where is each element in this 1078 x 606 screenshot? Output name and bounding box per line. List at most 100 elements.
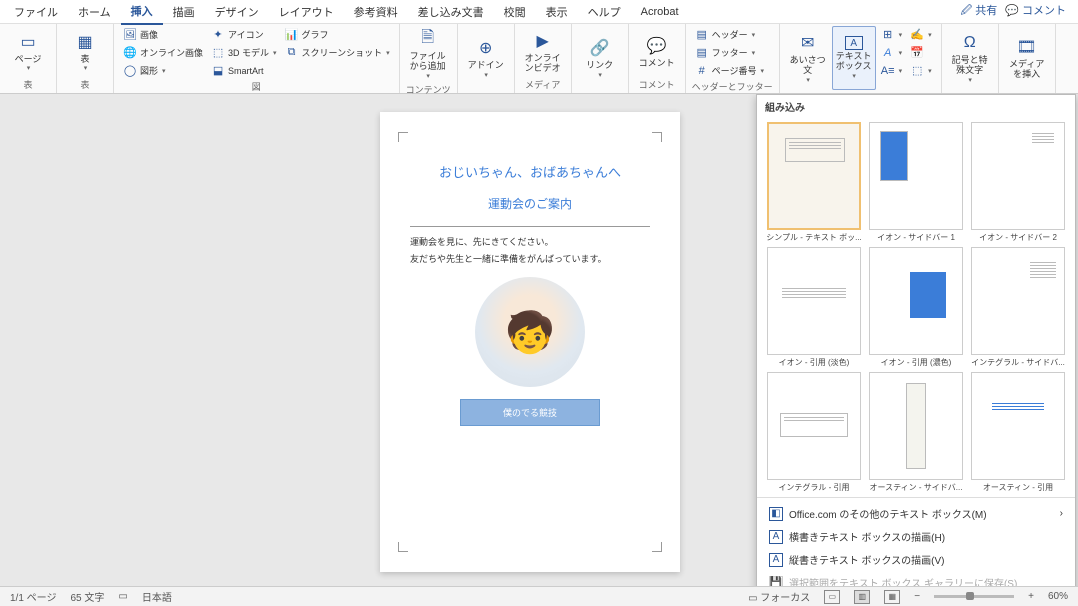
symbols-button[interactable]: Ω記号と特殊文字▾ [948,26,992,90]
tab-acrobat[interactable]: Acrobat [631,2,689,22]
gallery-item-ion-quote-dark[interactable]: イオン - 引用 (濃色) [867,247,965,368]
gallery-footer: ◧Office.com のその他のテキスト ボックス(M)› A横書きテキスト … [757,497,1075,586]
online-video-button[interactable]: ▶オンラインビデオ [521,26,565,77]
tab-references[interactable]: 参考資料 [344,0,408,24]
quick-parts-button[interactable]: ⊞▾ [878,26,906,43]
file-reuse-button[interactable]: 🗎ファイルから追加▾ [406,26,450,82]
read-mode-icon[interactable]: ▭ [824,590,840,604]
more-office-textboxes[interactable]: ◧Office.com のその他のテキスト ボックス(M)› [757,502,1075,525]
gallery-item-austin-sidebar[interactable]: オースティン - サイドバ... [867,372,965,493]
chart-button[interactable]: 📊グラフ [282,26,393,43]
gallery-item-ion-quote-light[interactable]: イオン - 引用 (淡色) [765,247,863,368]
zoom-level[interactable]: 60% [1048,591,1068,602]
file-icon: 🗎 [417,28,439,50]
tab-help[interactable]: ヘルプ [578,0,631,24]
online-pictures-button[interactable]: 🌐オンライン画像 [120,44,206,61]
gallery-item-ion-sidebar-2[interactable]: イオン - サイドバー 2 [969,122,1067,243]
media-insert-button[interactable]: 🎞メディアを挿入 [1005,26,1049,90]
comments-button[interactable]: 💬 コメント [1005,2,1066,21]
page-count[interactable]: 1/1 ページ [10,589,56,604]
crop-mark [398,132,408,142]
tab-file[interactable]: ファイル [4,0,68,24]
tab-design[interactable]: デザイン [205,0,269,24]
doc-subtitle[interactable]: 運動会のご案内 [410,195,650,212]
icons-icon: ✦ [211,28,225,42]
comment-icon: 💬 [646,35,668,57]
greeting-text-button[interactable]: ✉あいさつ文▾ [786,26,830,90]
office-icon: ◧ [769,507,783,521]
comment-button[interactable]: 💬コメント [635,26,679,77]
pictures-button[interactable]: 🖼画像 [120,26,206,43]
pages-button[interactable]: ▭ページ▾ [6,26,50,77]
group-label: 表 [6,77,50,91]
signature-button[interactable]: ✍▾ [907,26,935,43]
tab-bar: ファイル ホーム 挿入 描画 デザイン レイアウト 参考資料 差し込み文書 校閲… [0,0,1078,24]
omega-icon: Ω [959,32,981,54]
date-time-button[interactable]: 📅 [907,44,935,61]
tab-mailings[interactable]: 差し込み文書 [408,0,494,24]
document-page[interactable]: おじいちゃん、おばあちゃんへ 運動会のご案内 運動会を見に、先にきてください。 … [380,112,680,572]
photo-placeholder[interactable]: 🧒 [475,277,585,387]
group-label [948,90,992,91]
page-number-button[interactable]: #ページ番号▾ [692,62,767,79]
doc-paragraph[interactable]: 運動会を見に、先にきてください。 [410,235,650,248]
signature-icon: ✍ [910,28,924,42]
header-icon: ▤ [695,28,709,42]
tab-insert[interactable]: 挿入 [121,0,163,25]
zoom-slider[interactable] [934,595,1014,598]
addins-button[interactable]: ⊕アドイン▾ [464,26,508,90]
group-label: 表 [63,77,107,91]
doc-paragraph[interactable]: 友だちや先生と一緒に準備をがんばっています。 [410,252,650,265]
header-button[interactable]: ▤ヘッダー▾ [692,26,767,43]
gallery-item-integral-quote[interactable]: インテグラル - 引用 [765,372,863,493]
gallery-item-austin-quote[interactable]: オースティン - 引用 [969,372,1067,493]
zoom-out[interactable]: − [914,591,920,602]
tab-layout[interactable]: レイアウト [269,0,344,24]
tab-home[interactable]: ホーム [68,0,121,24]
table-icon: ▦ [74,31,96,53]
document-canvas[interactable]: おじいちゃん、おばあちゃんへ 運動会のご案内 運動会を見に、先にきてください。 … [0,94,1078,586]
group-label [1005,90,1049,91]
wordart-button[interactable]: A▾ [878,44,906,61]
3dmodel-button[interactable]: ⬚3D モデル▾ [208,44,280,61]
draw-horizontal-textbox[interactable]: A横書きテキスト ボックスの描画(H) [757,525,1075,548]
link-button[interactable]: 🔗リンク▾ [578,26,622,90]
textbox-v-icon: A [769,553,783,567]
draw-vertical-textbox[interactable]: A縦書きテキスト ボックスの描画(V) [757,548,1075,571]
tab-draw[interactable]: 描画 [163,0,205,24]
doc-textbox[interactable]: 僕のでる競技 [460,399,600,426]
save-icon: 💾 [769,576,783,587]
object-button[interactable]: ⬚▾ [907,62,935,79]
footer-button[interactable]: ▤フッター▾ [692,44,767,61]
gallery-item-integral-sidebar[interactable]: インテグラル - サイドバ... [969,247,1067,368]
parts-icon: ⊞ [881,28,895,42]
table-button[interactable]: ▦表▾ [63,26,107,77]
word-count[interactable]: 65 文字 [70,589,104,604]
zoom-in[interactable]: + [1028,591,1034,602]
screenshot-button[interactable]: ⧉スクリーンショット▾ [282,44,393,61]
gallery-item-simple-textbox[interactable]: シンプル - テキスト ボッ... [765,122,863,243]
calendar-icon: 📅 [910,46,924,60]
print-layout-icon[interactable]: ▥ [854,590,870,604]
gallery-section-title: 組み込み [757,95,1075,118]
tab-view[interactable]: 表示 [536,0,578,24]
drop-cap-button[interactable]: A≡▾ [878,62,906,79]
chart-icon: 📊 [285,28,299,42]
object-icon: ⬚ [910,64,924,78]
focus-mode[interactable]: ▭ フォーカス [748,589,810,604]
shapes-button[interactable]: ◯図形▾ [120,62,206,79]
hash-icon: # [695,64,709,78]
doc-title[interactable]: おじいちゃん、おばあちゃんへ [410,162,650,181]
gallery-item-ion-sidebar-1[interactable]: イオン - サイドバー 1 [867,122,965,243]
language[interactable]: 日本語 [142,589,172,604]
proofing-icon[interactable]: ▭ [118,591,127,602]
text-box-button[interactable]: Aテキストボックス▾ [832,26,876,90]
tab-review[interactable]: 校閲 [494,0,536,24]
share-button[interactable]: 🖉 共有 [960,2,997,21]
icons-button[interactable]: ✦アイコン [208,26,280,43]
screenshot-icon: ⧉ [285,46,299,60]
media-icon: 🎞 [1016,36,1038,58]
smartart-button[interactable]: ⬓SmartArt [208,62,280,79]
wordart-icon: A [881,46,895,60]
web-layout-icon[interactable]: ▦ [884,590,900,604]
